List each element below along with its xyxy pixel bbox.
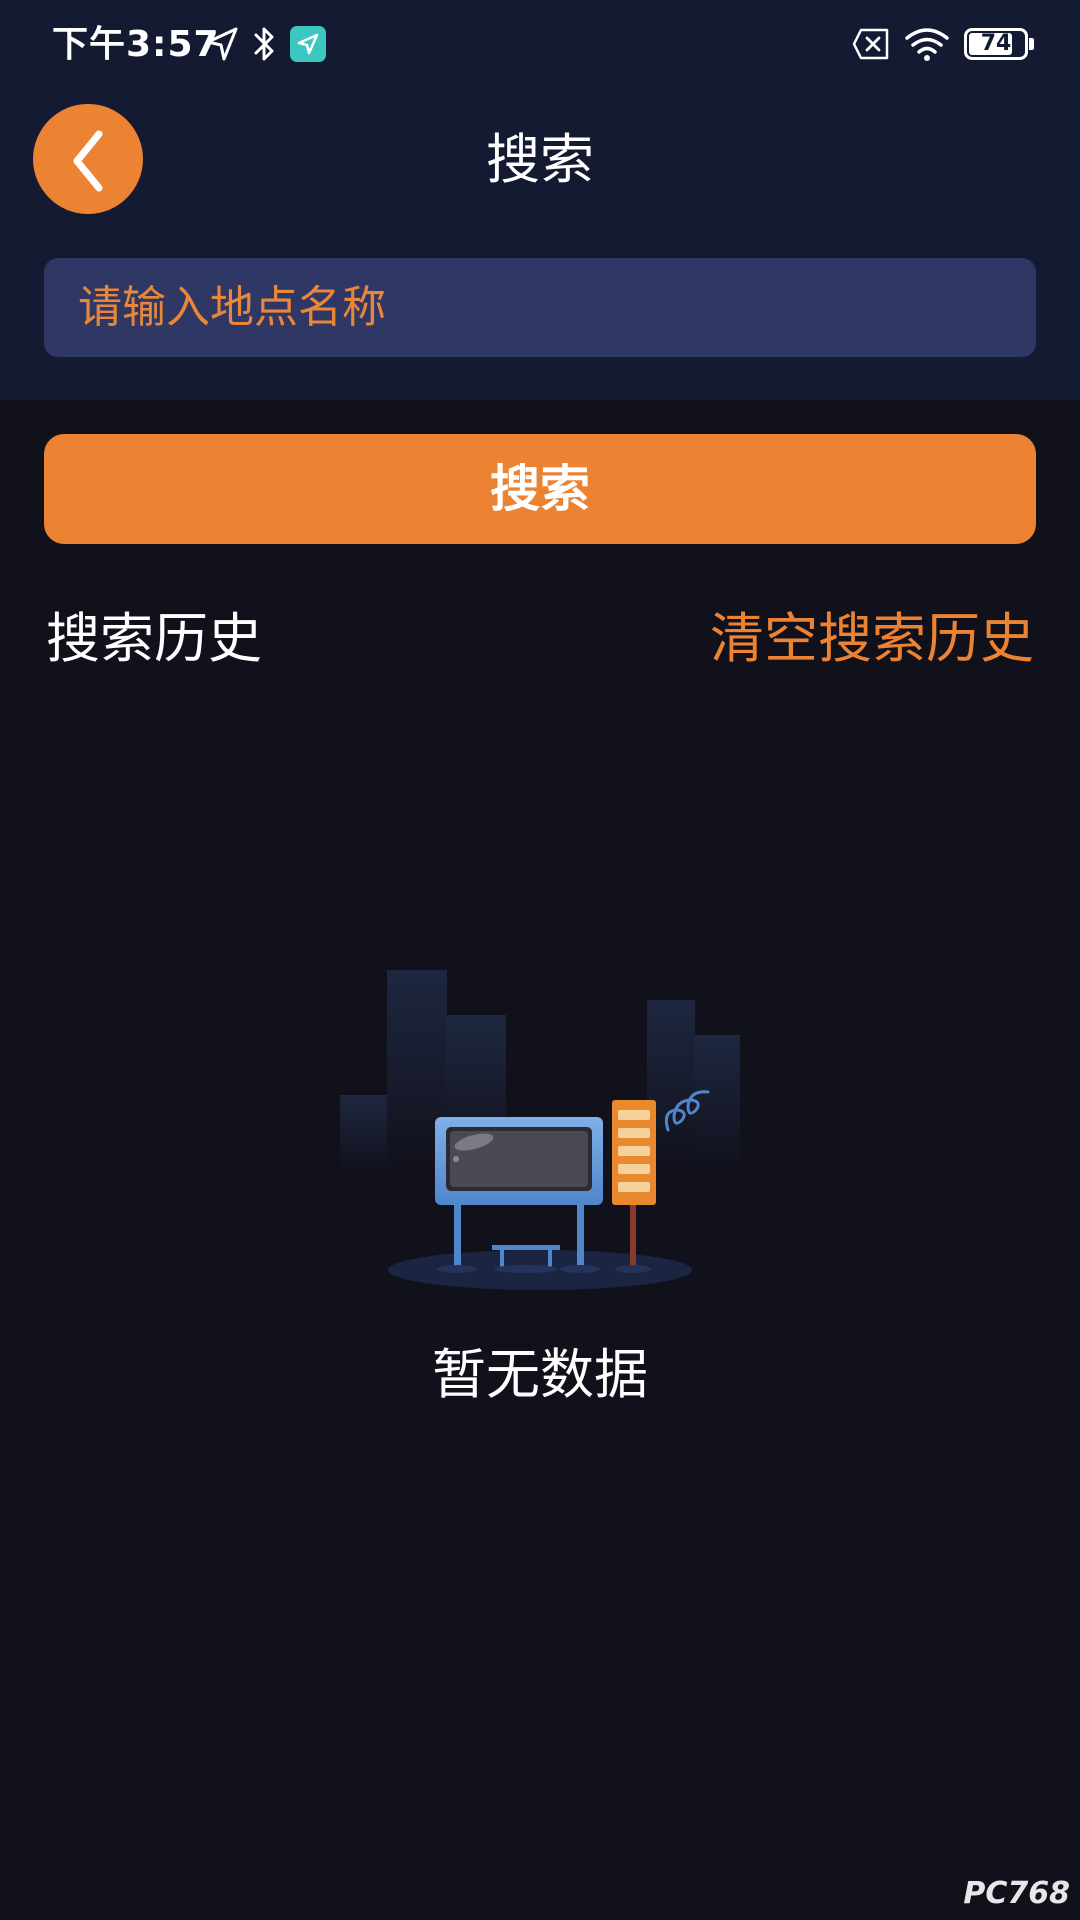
clear-history-button[interactable]: 清空搜索历史 xyxy=(710,604,1034,674)
status-bar: 下午3:57 74 xyxy=(0,0,1080,90)
battery-level: 74 xyxy=(980,31,1012,56)
page-title: 搜索 xyxy=(486,128,594,191)
bus-stop-illustration xyxy=(340,970,740,1290)
sim-no-signal-icon xyxy=(852,28,889,60)
search-button[interactable]: 搜索 xyxy=(44,434,1036,544)
search-screen: 下午3:57 74 搜索 请输入地点名称 搜索 搜索历史 清空搜索历史 暂无数据… xyxy=(0,0,1080,1920)
location-arrow-icon xyxy=(206,27,238,61)
status-time: 下午3:57 xyxy=(52,24,220,65)
app-notification-icon xyxy=(290,26,326,62)
search-history-title: 搜索历史 xyxy=(46,607,262,670)
watermark: PC768 xyxy=(963,1876,1070,1911)
back-button[interactable] xyxy=(33,104,143,214)
empty-state-text: 暂无数据 xyxy=(432,1343,648,1406)
battery-tip xyxy=(1029,38,1034,50)
wifi-icon xyxy=(905,28,949,61)
chevron-left-icon xyxy=(73,130,103,192)
bluetooth-icon xyxy=(254,27,274,61)
search-input[interactable] xyxy=(44,258,1036,357)
battery-icon: 74 xyxy=(964,28,1028,60)
